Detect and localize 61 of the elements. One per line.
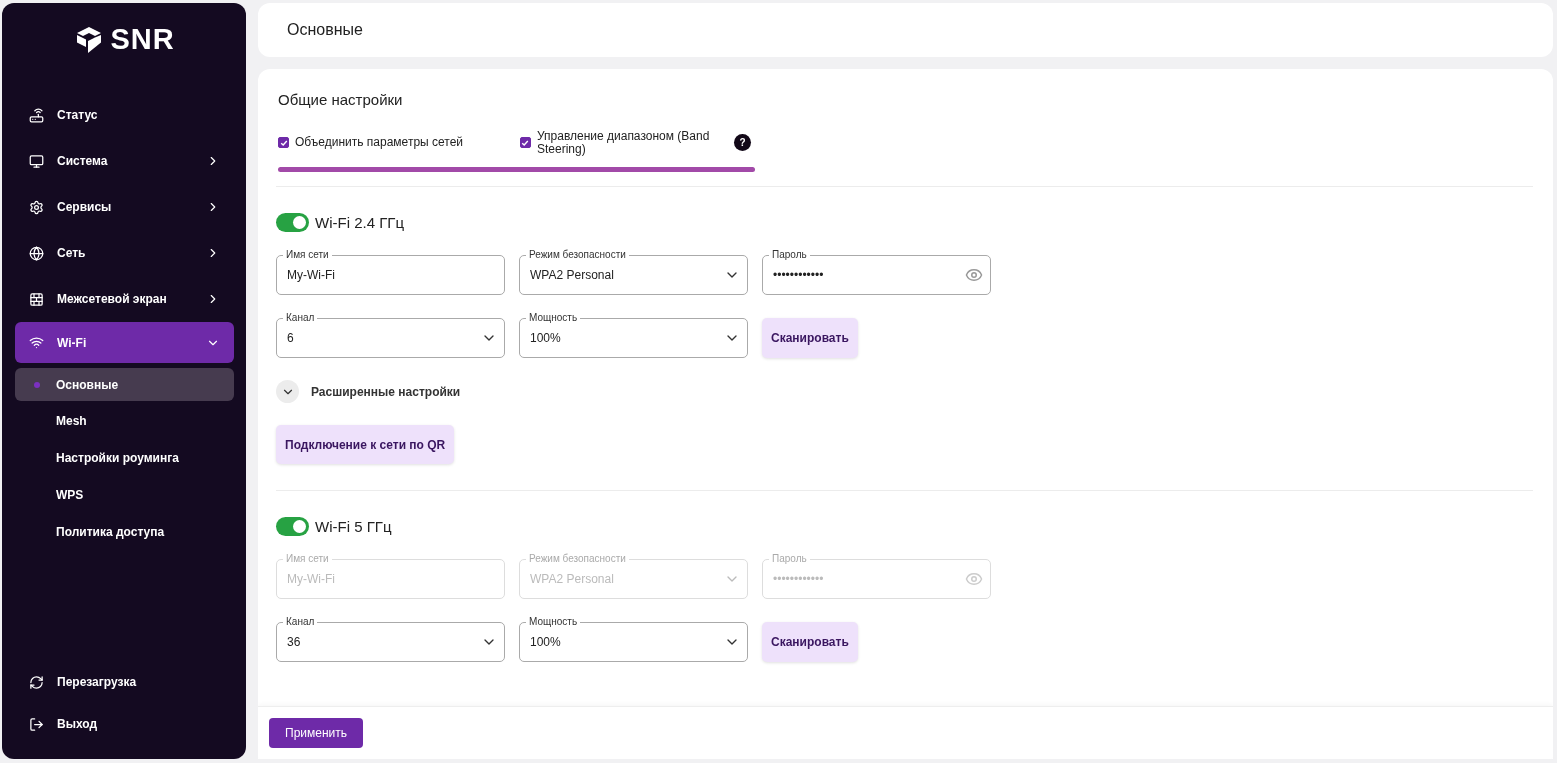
- active-dot: [34, 382, 40, 388]
- field-value: 6: [287, 331, 295, 346]
- gear-icon: [29, 199, 44, 215]
- submenu-item[interactable]: Политика доступа: [15, 513, 234, 550]
- band-title: Wi-Fi 5 ГГц: [315, 518, 392, 536]
- field-label: Пароль: [769, 553, 810, 566]
- help-icon[interactable]: ?: [734, 134, 751, 152]
- checkbox-label: Объединить параметры сетей: [295, 136, 464, 149]
- router-icon: [29, 107, 44, 123]
- expander-label: Расширенные настройки: [311, 384, 461, 399]
- field-value: 36: [287, 635, 302, 650]
- globe-icon: [29, 245, 44, 261]
- select-field[interactable]: Канал 6: [276, 312, 505, 359]
- nav-item[interactable]: Сеть: [15, 230, 234, 276]
- nav-item[interactable]: Система: [15, 138, 234, 184]
- checkbox-label: Управление диапазоном (Band Steering): [536, 130, 711, 156]
- checkbox[interactable]: [519, 137, 531, 149]
- field-label: Мощность: [526, 312, 581, 325]
- nav-item[interactable]: Выход: [15, 703, 234, 745]
- field-value: My-Wi-Fi: [287, 268, 336, 283]
- submenu-item[interactable]: Основные: [15, 368, 234, 401]
- toggle-switch[interactable]: [276, 213, 309, 233]
- page-title: Основные: [287, 21, 363, 39]
- checkbox[interactable]: [278, 137, 289, 149]
- logo-text: SNR: [110, 23, 175, 56]
- section-title: Общие настройки: [278, 91, 404, 108]
- expand-button[interactable]: [276, 380, 299, 404]
- nav-item[interactable]: Wi-Fi: [15, 322, 234, 363]
- submenu-item[interactable]: Mesh: [15, 402, 234, 439]
- logout-icon: [29, 716, 44, 732]
- toggle-switch[interactable]: [276, 517, 309, 537]
- select-field[interactable]: Режим безопасности WPA2 Personal: [519, 249, 748, 296]
- brick-wall-icon: [29, 291, 44, 307]
- nav-item[interactable]: Межсетевой экран: [15, 276, 234, 322]
- select-field[interactable]: Мощность 100%: [519, 616, 748, 663]
- wifi-icon: [29, 335, 44, 350]
- submenu-item[interactable]: WPS: [15, 476, 234, 513]
- scan-button[interactable]: Сканировать: [762, 318, 858, 359]
- band-title: Wi-Fi 2.4 ГГц: [315, 214, 404, 232]
- scan-button[interactable]: Сканировать: [762, 622, 858, 663]
- nav-item[interactable]: Перезагрузка: [15, 661, 234, 703]
- select-field[interactable]: Канал 36: [276, 616, 505, 663]
- password-field[interactable]: Пароль ••••••••••••: [762, 249, 991, 296]
- nav-item[interactable]: Статус: [15, 92, 234, 138]
- text-field[interactable]: Имя сети My-Wi-Fi: [276, 249, 505, 296]
- monitor-icon: [29, 153, 44, 169]
- qr-connect-button[interactable]: Подключение к сети по QR: [276, 425, 455, 465]
- refresh-icon: [29, 674, 44, 690]
- select-field[interactable]: Мощность 100%: [519, 312, 748, 359]
- field-value: ••••••••••••: [773, 572, 825, 587]
- field-value: 100%: [530, 331, 562, 346]
- field-value: My-Wi-Fi: [287, 572, 336, 587]
- nav-item[interactable]: Сервисы: [15, 184, 234, 230]
- apply-button[interactable]: Применить: [269, 718, 363, 748]
- field-value: WPA2 Personal: [530, 268, 615, 283]
- field-label: Пароль: [769, 249, 810, 262]
- submenu-item[interactable]: Настройки роуминга: [15, 439, 234, 476]
- field-label: Мощность: [526, 616, 581, 629]
- field-value: 100%: [530, 635, 562, 650]
- field-value: WPA2 Personal: [530, 572, 615, 587]
- field-value: ••••••••••••: [773, 268, 825, 283]
